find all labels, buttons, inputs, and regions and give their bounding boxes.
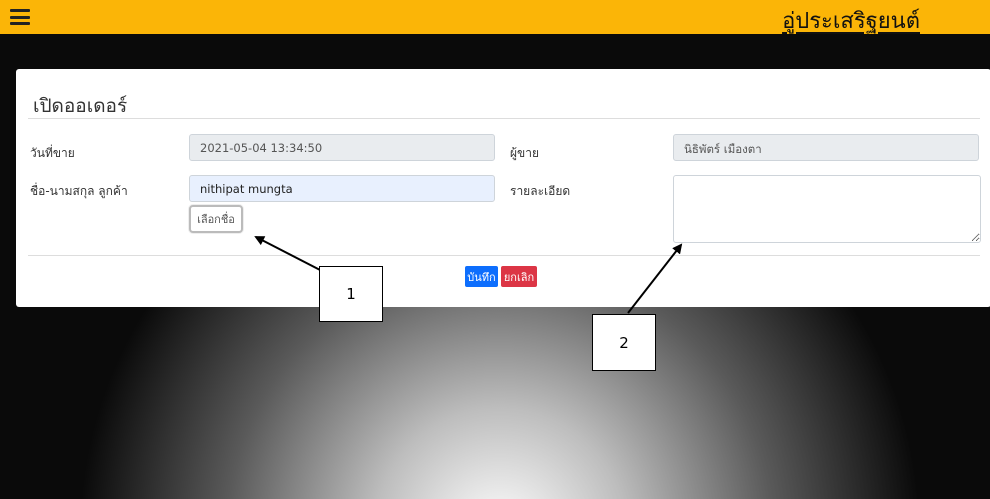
arrow-1 bbox=[254, 236, 323, 272]
callout-box-2: 2 bbox=[592, 314, 656, 371]
callout-box-1: 1 bbox=[319, 266, 383, 322]
arrow-2 bbox=[627, 243, 683, 314]
annotation-arrows bbox=[254, 236, 683, 314]
